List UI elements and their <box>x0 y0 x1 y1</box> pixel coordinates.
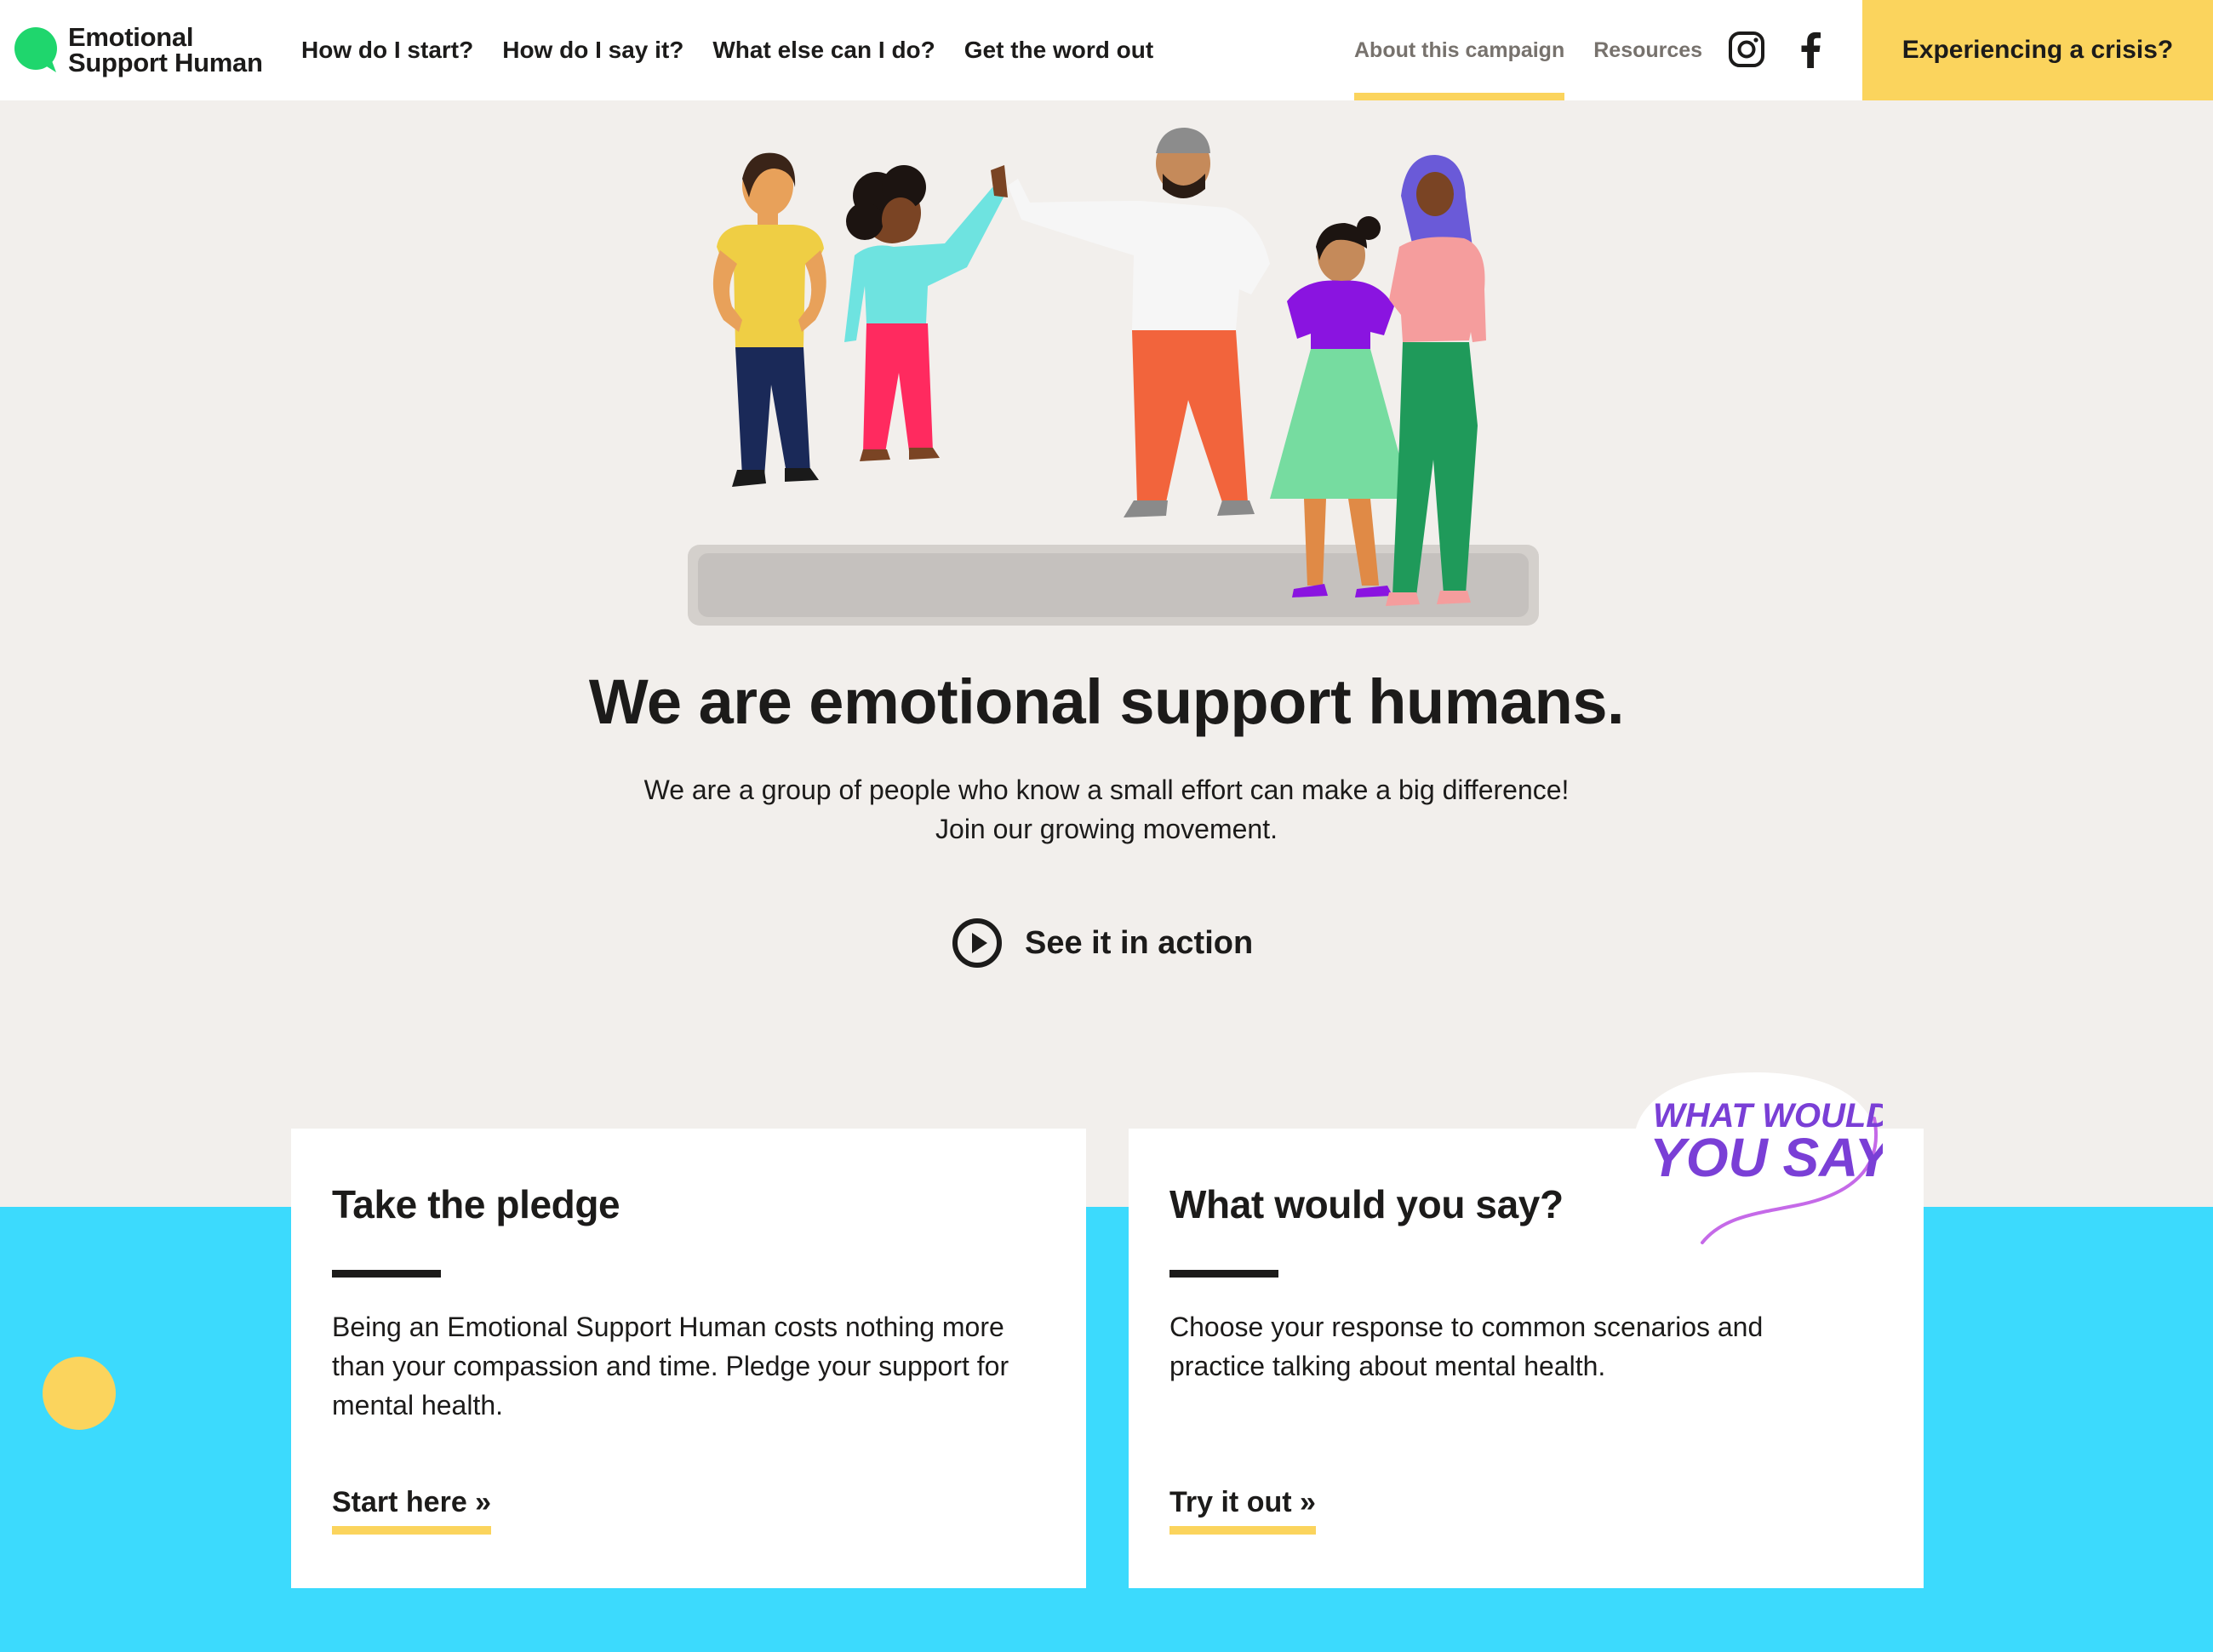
nav-how-do-i-start[interactable]: How do I start? <box>301 37 473 64</box>
pledge-card-divider <box>332 1270 441 1278</box>
decorative-yellow-dot <box>43 1357 116 1430</box>
nav-how-do-i-say-it[interactable]: How do I say it? <box>502 37 683 64</box>
pledge-card-title: Take the pledge <box>332 1182 620 1226</box>
what-would-you-say-body: Choose your response to common scenarios… <box>1169 1312 1764 1381</box>
nav-what-else-can-i-do[interactable]: What else can I do? <box>712 37 935 64</box>
person-purple-top <box>1270 216 1411 597</box>
site-logo[interactable]: Emotional Support Human <box>12 20 263 80</box>
see-it-in-action-link[interactable]: See it in action <box>952 917 1253 969</box>
site-header: Emotional Support Human How do I start? … <box>0 0 2213 100</box>
secondary-nav: About this campaign Resources <box>1354 0 1731 100</box>
person-white-shirt <box>1008 128 1270 517</box>
what-would-you-say-title: What would you say? <box>1169 1182 1564 1226</box>
what-would-you-say-divider <box>1169 1270 1278 1278</box>
what-would-you-say-badge: WHAT WOULD YOU SAY? <box>1634 1072 1883 1244</box>
play-circle-icon <box>952 918 1002 968</box>
hero-subtitle-line-2: Join our growing movement. <box>935 814 1278 844</box>
person-blue-hijab <box>1386 155 1486 606</box>
start-here-link[interactable]: Start here » <box>332 1486 492 1535</box>
person-teal-shirt <box>844 165 1008 461</box>
nav-about-this-campaign[interactable]: About this campaign <box>1354 0 1565 100</box>
hero-subtitle-line-1: We are a group of people who know a smal… <box>643 775 1570 805</box>
pledge-card-body: Being an Emotional Support Human costs n… <box>332 1312 1009 1420</box>
hero-title: We are emotional support humans. <box>588 666 1625 737</box>
logo-wordmark: Emotional Support Human <box>68 22 263 77</box>
nav-resources[interactable]: Resources <box>1593 0 1702 100</box>
badge-line-2: YOU SAY? <box>1650 1127 1883 1188</box>
crisis-button[interactable]: Experiencing a crisis? <box>1862 0 2213 100</box>
pledge-card: Take the pledge Being an Emotional Suppo… <box>291 1129 1086 1588</box>
group-of-people-illustration <box>688 128 1539 626</box>
facebook-icon[interactable] <box>1799 31 1821 68</box>
nav-get-the-word-out[interactable]: Get the word out <box>964 37 1153 64</box>
logo-line-2: Support Human <box>68 48 263 77</box>
try-it-out-link[interactable]: Try it out » <box>1169 1486 1316 1535</box>
see-it-in-action-label: See it in action <box>1025 924 1254 961</box>
main-nav: How do I start? How do I say it? What el… <box>301 0 1182 100</box>
person-yellow-shirt <box>712 152 826 487</box>
speech-bubble-icon <box>12 26 60 74</box>
logo-line-1: Emotional <box>68 22 194 52</box>
hero-subtitle: We are a group of people who know a smal… <box>0 770 2213 849</box>
instagram-icon[interactable] <box>1728 31 1765 68</box>
social-links <box>1728 31 1821 68</box>
